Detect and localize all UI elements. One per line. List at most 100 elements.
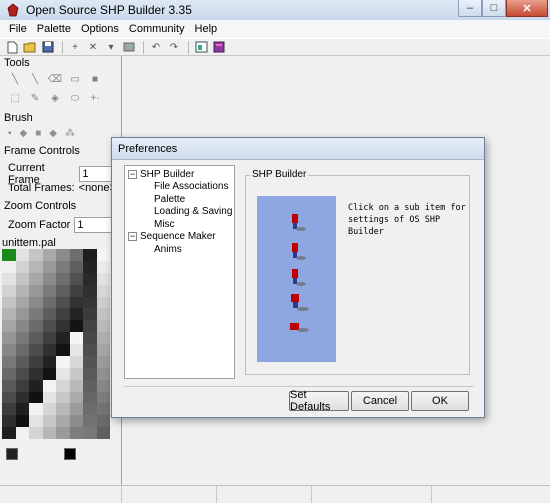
- palette-color-cell[interactable]: [96, 427, 110, 439]
- brush-diamond-icon[interactable]: ◆: [20, 128, 28, 139]
- palette-color-cell[interactable]: [69, 427, 83, 439]
- filled-rectangle-tool-icon[interactable]: ■: [86, 71, 104, 87]
- palette-color-cell[interactable]: [56, 332, 70, 344]
- palette-color-cell[interactable]: [96, 272, 110, 285]
- palette-color-cell[interactable]: [29, 403, 43, 416]
- minimize-button[interactable]: –: [458, 0, 482, 17]
- palette-color-cell[interactable]: [2, 391, 16, 404]
- palette-color-cell[interactable]: [42, 320, 56, 333]
- palette-color-cell[interactable]: [56, 284, 70, 297]
- palette-color-cell[interactable]: [42, 344, 56, 356]
- cancel-button[interactable]: Cancel: [351, 391, 409, 411]
- palette-color-cell[interactable]: [83, 391, 97, 404]
- move-tool-icon[interactable]: +·: [86, 90, 104, 106]
- tree-item-loading-saving[interactable]: Loading & Saving: [125, 206, 234, 219]
- palette-color-cell[interactable]: [15, 391, 29, 404]
- palette-color-cell[interactable]: [29, 272, 43, 285]
- palette-color-cell[interactable]: [42, 391, 56, 404]
- primary-color-swatch[interactable]: [6, 448, 18, 460]
- palette-color-cell[interactable]: [83, 320, 97, 333]
- frame-icon[interactable]: [121, 40, 137, 54]
- palette-color-cell[interactable]: [42, 415, 56, 428]
- line-tool-icon[interactable]: ╲: [6, 71, 24, 87]
- maximize-button[interactable]: □: [482, 0, 506, 17]
- palette-color-cell[interactable]: [29, 260, 43, 273]
- palette-color-cell[interactable]: [83, 415, 97, 428]
- close-button[interactable]: ✕: [506, 0, 548, 17]
- palette-color-cell[interactable]: [69, 272, 83, 285]
- palette-color-cell[interactable]: [42, 367, 56, 380]
- palette-color-cell[interactable]: [2, 379, 16, 392]
- palette-color-cell[interactable]: [83, 249, 97, 261]
- palette-color-cell[interactable]: [2, 284, 16, 297]
- palette-color-cell[interactable]: [69, 379, 83, 392]
- palette-color-cell[interactable]: [56, 391, 70, 404]
- palette-color-cell[interactable]: [29, 344, 43, 356]
- diagonal-line-tool-icon[interactable]: ╲: [26, 71, 44, 87]
- palette-color-cell[interactable]: [15, 260, 29, 273]
- palette-color-cell[interactable]: [29, 391, 43, 404]
- undo-icon[interactable]: ↶: [148, 40, 164, 54]
- palette-color-cell[interactable]: [69, 320, 83, 333]
- palette-color-cell[interactable]: [69, 355, 83, 368]
- palette-color-cell[interactable]: [83, 284, 97, 297]
- palette-color-cell[interactable]: [56, 355, 70, 368]
- palette-color-cell[interactable]: [15, 308, 29, 321]
- palette-color-cell[interactable]: [2, 308, 16, 321]
- palette-color-cell[interactable]: [83, 272, 97, 285]
- dropdown-arrow-icon[interactable]: ▾: [103, 40, 119, 54]
- palette-color-cell[interactable]: [42, 403, 56, 416]
- brush-square-icon[interactable]: ■: [35, 128, 41, 139]
- palette-color-cell[interactable]: [69, 308, 83, 321]
- palette-color-cell[interactable]: [83, 367, 97, 380]
- palette-color-cell[interactable]: [42, 379, 56, 392]
- palette-color-cell[interactable]: [56, 296, 70, 309]
- palette-color-cell[interactable]: [96, 344, 110, 356]
- palette-color-cell[interactable]: [15, 332, 29, 344]
- tree-node-sequence-maker[interactable]: − Sequence Maker: [125, 231, 234, 244]
- ok-button[interactable]: OK: [411, 391, 469, 411]
- palette-color-cell[interactable]: [2, 272, 16, 285]
- palette-color-cell[interactable]: [42, 249, 56, 261]
- palette-color-cell[interactable]: [56, 320, 70, 333]
- palette-color-cell[interactable]: [15, 296, 29, 309]
- palette-color-cell[interactable]: [56, 249, 70, 261]
- palette-color-cell[interactable]: [42, 272, 56, 285]
- palette-color-cell[interactable]: [15, 427, 29, 439]
- palette-color-cell[interactable]: [42, 296, 56, 309]
- menu-help[interactable]: Help: [190, 23, 223, 35]
- palette-color-cell[interactable]: [2, 415, 16, 428]
- palette-color-cell[interactable]: [29, 284, 43, 297]
- set-defaults-button[interactable]: Set Defaults: [289, 389, 349, 413]
- palette-color-cell[interactable]: [96, 296, 110, 309]
- palette-color-cell[interactable]: [42, 308, 56, 321]
- palette-color-cell[interactable]: [83, 296, 97, 309]
- menu-palette[interactable]: Palette: [32, 23, 76, 35]
- palette-color-cell[interactable]: [69, 403, 83, 416]
- redo-icon[interactable]: ↷: [166, 40, 182, 54]
- menu-community[interactable]: Community: [124, 23, 190, 35]
- remove-frame-icon[interactable]: ✕: [85, 40, 101, 54]
- collapse-icon[interactable]: −: [128, 232, 137, 242]
- palette-color-cell[interactable]: [42, 260, 56, 273]
- palette-color-cell[interactable]: [83, 260, 97, 273]
- palette-color-cell[interactable]: [83, 308, 97, 321]
- palette-color-cell[interactable]: [96, 249, 110, 261]
- palette-color-cell[interactable]: [69, 332, 83, 344]
- pencil-tool-icon[interactable]: ✎: [26, 90, 44, 106]
- palette-color-cell[interactable]: [42, 355, 56, 368]
- palette-color-cell[interactable]: [42, 427, 56, 439]
- palette-color-cell[interactable]: [96, 355, 110, 368]
- palette-color-cell[interactable]: [15, 272, 29, 285]
- palette-color-cell[interactable]: [2, 260, 16, 273]
- palette-color-cell[interactable]: [96, 284, 110, 297]
- palette-color-cell[interactable]: [2, 320, 16, 333]
- palette-color-cell[interactable]: [56, 308, 70, 321]
- rectangle-tool-icon[interactable]: ▭: [66, 71, 84, 87]
- book-icon[interactable]: [211, 40, 227, 54]
- save-icon[interactable]: [40, 40, 56, 54]
- palette-color-cell[interactable]: [15, 379, 29, 392]
- palette-color-cell[interactable]: [96, 367, 110, 380]
- palette-color-cell[interactable]: [69, 344, 83, 356]
- palette-color-cell[interactable]: [96, 260, 110, 273]
